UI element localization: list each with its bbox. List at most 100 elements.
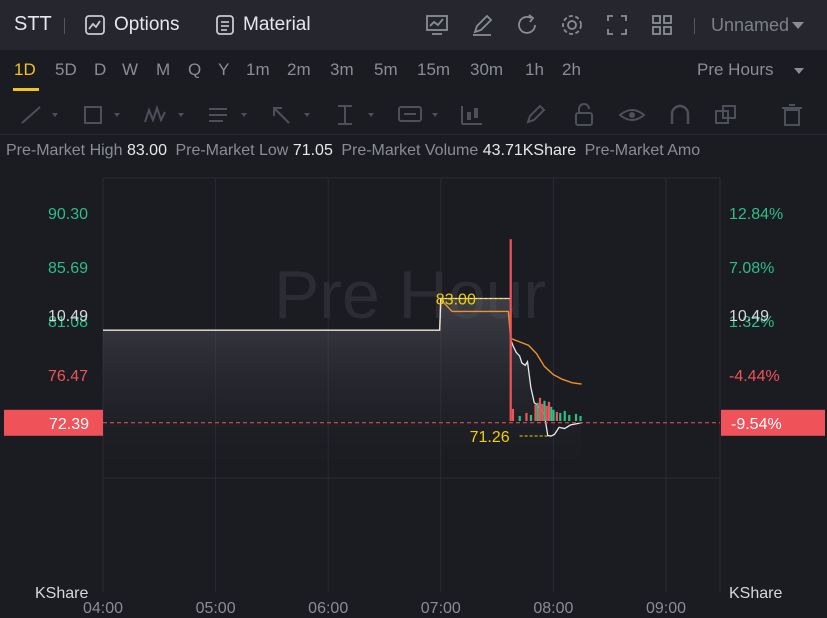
chevron-down-icon[interactable]	[794, 68, 804, 74]
active-interval-indicator	[13, 88, 39, 91]
high-marker-label: 83.00	[436, 292, 476, 309]
volume-bar	[543, 400, 546, 421]
volume-bar	[541, 403, 544, 421]
symbol-label[interactable]: STT	[14, 13, 52, 36]
volume-bar	[555, 411, 558, 421]
y-axis-right-label: -4.44%	[729, 368, 780, 385]
interval-15m[interactable]: 15m	[417, 60, 450, 80]
interval-5m[interactable]: 5m	[374, 60, 398, 80]
layout-name-select[interactable]: Unnamed	[711, 15, 789, 36]
material-button[interactable]: Material	[215, 12, 311, 38]
options-icon	[85, 15, 105, 35]
interval-2h[interactable]: 2h	[562, 60, 581, 80]
brush-icon[interactable]	[522, 102, 550, 128]
volume-bar	[536, 402, 539, 421]
chevron-down-icon[interactable]	[368, 113, 374, 117]
volume-bar	[568, 414, 571, 421]
volume-bar	[552, 409, 555, 421]
trash-icon[interactable]	[778, 102, 806, 128]
note-tool-icon[interactable]	[396, 102, 424, 128]
interval-y[interactable]: Y	[218, 60, 229, 80]
indicator-icon[interactable]	[424, 12, 450, 38]
y-axis-left-label: 90.30	[48, 206, 88, 223]
volume-bar	[550, 406, 553, 421]
measure-tool-icon[interactable]	[332, 102, 360, 128]
volume-label: Pre-Market Volume	[341, 142, 479, 159]
x-axis-label: 04:00	[83, 600, 123, 617]
volume-bar	[545, 405, 548, 421]
chevron-down-icon[interactable]	[178, 113, 184, 117]
interval-1m[interactable]: 1m	[246, 60, 270, 80]
edit-icon[interactable]	[469, 12, 495, 38]
volume-axis-tick-right: 10.49	[729, 308, 769, 325]
pattern-tool-icon[interactable]	[142, 102, 170, 128]
settings-icon[interactable]	[559, 12, 585, 38]
chevron-down-icon[interactable]	[792, 22, 804, 29]
y-axis-left-label: 76.47	[48, 368, 88, 385]
options-label: Options	[114, 14, 180, 35]
low-marker-label: 71.26	[470, 429, 510, 446]
session-select[interactable]: Pre Hours	[697, 60, 774, 80]
x-axis-label: 08:00	[533, 600, 573, 617]
current-price-label: 72.39	[49, 416, 89, 433]
material-label: Material	[243, 14, 311, 35]
interval-30m[interactable]: 30m	[470, 60, 503, 80]
drawing-toolbar	[0, 95, 827, 135]
fullscreen-icon[interactable]	[604, 12, 630, 38]
x-axis-label: 06:00	[308, 600, 348, 617]
x-axis-label: 05:00	[196, 600, 236, 617]
eye-icon[interactable]	[618, 102, 646, 128]
chevron-down-icon[interactable]	[241, 113, 247, 117]
chart-pattern-icon[interactable]	[458, 102, 486, 128]
volume-bar	[579, 415, 582, 421]
high-value: 83.00	[126, 142, 167, 159]
interval-3m[interactable]: 3m	[330, 60, 354, 80]
magnet-icon[interactable]	[666, 102, 694, 128]
y-axis-right-label: 7.08%	[729, 260, 774, 277]
volume-axis-tick-left: 10.49	[48, 308, 88, 325]
volume-bar	[547, 401, 551, 421]
volume-unit-right: KShare	[729, 585, 782, 602]
arrow-tool-icon[interactable]	[268, 102, 296, 128]
x-axis-label: 09:00	[646, 600, 686, 617]
chevron-down-icon[interactable]	[114, 113, 120, 117]
interval-2m[interactable]: 2m	[287, 60, 311, 80]
interval-1d[interactable]: 1D	[14, 60, 36, 80]
volume-value: 43.71KShare	[482, 142, 577, 159]
interval-m[interactable]: M	[156, 60, 170, 80]
volume-unit-left: KShare	[35, 585, 88, 602]
options-button[interactable]: Options	[84, 12, 179, 38]
chevron-down-icon[interactable]	[52, 113, 58, 117]
volume-bar	[525, 412, 528, 421]
chevron-down-icon[interactable]	[304, 113, 310, 117]
refresh-icon[interactable]	[514, 12, 540, 38]
interval-w[interactable]: W	[122, 60, 138, 80]
low-label: Pre-Market Low	[175, 142, 289, 159]
material-icon	[216, 15, 234, 35]
price-chart[interactable]: Pre Hour 83.0071.26 90.3085.6981.0876.47…	[0, 170, 827, 618]
volume-bar	[529, 414, 533, 421]
lock-icon[interactable]	[570, 102, 598, 128]
copy-icon[interactable]	[712, 102, 740, 128]
rectangle-tool-icon[interactable]	[80, 102, 108, 128]
volume-bar	[559, 412, 562, 421]
volume-bar	[509, 239, 512, 421]
amount-label: Pre-Market Amo	[584, 142, 701, 159]
text-tool-icon[interactable]	[205, 102, 233, 128]
grid-layout-icon[interactable]	[649, 12, 675, 38]
volume-bar	[538, 397, 542, 421]
top-toolbar: STT Options Material Unnamed	[0, 0, 827, 50]
chevron-down-icon[interactable]	[432, 113, 438, 117]
interval-q[interactable]: Q	[188, 60, 201, 80]
volume-bar	[511, 408, 515, 421]
current-pct-label: -9.54%	[731, 416, 782, 433]
toolbar-divider	[694, 18, 695, 34]
interval-5d[interactable]: 5D	[55, 60, 77, 80]
interval-d[interactable]: D	[94, 60, 106, 80]
volume-bar	[518, 415, 521, 421]
line-tool-icon[interactable]	[18, 102, 46, 128]
interval-1h[interactable]: 1h	[525, 60, 544, 80]
volume-bar	[563, 410, 566, 421]
volume-bar	[534, 404, 537, 421]
y-axis-right-label: 12.84%	[729, 206, 783, 223]
